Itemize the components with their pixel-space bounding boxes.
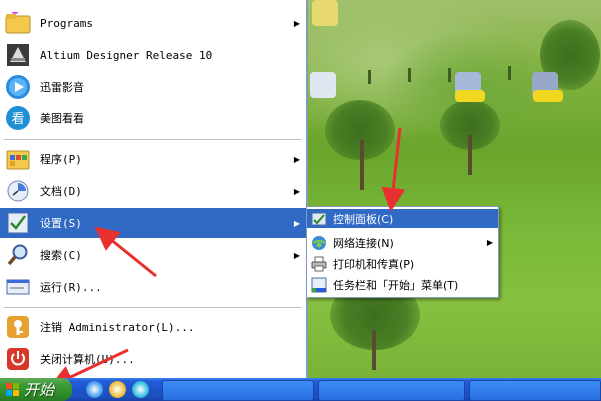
submenu-arrow-icon: ▶ [293, 154, 300, 164]
settings-icon [4, 209, 32, 237]
submenu-item-taskbar[interactable]: 任务栏和「开始」菜单(T) [307, 275, 498, 294]
start-menu: Programs ▶ Altium Designer Release 10 迅雷… [0, 0, 310, 378]
menu-item-documents[interactable]: 文档(D) ▶ [0, 176, 306, 206]
menu-item-label: 程序(P) [40, 153, 82, 166]
submenu-item-label: 网络连接(N) [333, 236, 394, 250]
quick-launch-ie-icon[interactable] [86, 381, 103, 398]
submenu-arrow-icon: ▶ [293, 186, 300, 196]
desktop-shortcut-icon[interactable] [310, 72, 336, 98]
menu-separator [4, 139, 302, 140]
start-button-label: 开始 [24, 381, 55, 399]
menu-item-label: 运行(R)... [40, 281, 102, 294]
control-panel-icon [311, 211, 327, 227]
menu-item-label: 注销 Administrator(L)... [40, 321, 195, 334]
menu-item-settings[interactable]: 设置(S) ▶ [0, 208, 306, 238]
menu-item-altium[interactable]: Altium Designer Release 10 [0, 40, 306, 70]
quick-launch-app-icon[interactable] [109, 381, 126, 398]
start-menu-panel: Programs ▶ Altium Designer Release 10 迅雷… [0, 0, 308, 378]
documents-icon [4, 177, 32, 205]
tree-trunk [372, 330, 376, 370]
submenu-arrow-icon: ▶ [293, 18, 300, 28]
tree-trunk [468, 135, 472, 175]
shutdown-icon [4, 345, 32, 373]
taskbar-icon [311, 277, 327, 293]
menu-item-logoff[interactable]: 注销 Administrator(L)... [0, 312, 306, 342]
menu-item-label: 设置(S) [40, 217, 82, 230]
desktop-label-blur [533, 90, 563, 102]
menu-item-xunlei[interactable]: 迅雷影音 [0, 72, 306, 102]
windows-flag-icon [6, 382, 19, 396]
start-button[interactable]: 开始 [0, 378, 72, 401]
taskbar-window-button[interactable] [469, 380, 601, 401]
xunlei-player-icon [4, 73, 32, 101]
menu-item-shutdown[interactable]: 关闭计算机(U)... [0, 344, 306, 374]
menu-item-label: 迅雷影音 [40, 81, 84, 94]
taskbar-window-button[interactable] [162, 380, 314, 401]
desktop-label-blur [455, 90, 485, 102]
menu-item-label: 关闭计算机(U)... [40, 353, 135, 366]
menu-item-programs-pinned[interactable]: Programs ▶ [0, 8, 306, 38]
programs-folder-icon [4, 9, 32, 37]
submenu-arrow-icon: ▶ [293, 250, 300, 260]
programs-icon [4, 145, 32, 173]
menu-item-run[interactable]: 运行(R)... [0, 272, 306, 302]
menu-item-meitu[interactable]: 看 美图看看 [0, 103, 306, 133]
submenu-item-label: 控制面板(C) [333, 212, 394, 226]
menu-item-label: 美图看看 [40, 112, 84, 125]
menu-separator [4, 307, 302, 308]
printer-icon [311, 256, 327, 272]
altium-icon [4, 41, 32, 69]
menu-item-label: Altium Designer Release 10 [40, 48, 213, 62]
fence-post [448, 68, 451, 82]
run-icon [4, 273, 32, 301]
fence-post [408, 68, 411, 82]
submenu-item-label: 任务栏和「开始」菜单(T) [333, 278, 459, 292]
menu-item-programs[interactable]: 程序(P) ▶ [0, 144, 306, 174]
menu-item-label: Programs [40, 16, 93, 30]
submenu-item-printers[interactable]: 打印机和传真(P) [307, 254, 498, 273]
submenu-arrow-icon: ▶ [486, 238, 493, 247]
logoff-icon [4, 313, 32, 341]
fence-post [508, 66, 511, 80]
submenu-item-network[interactable]: 网络连接(N) ▶ [307, 233, 498, 252]
fence-post [368, 70, 371, 84]
menu-item-search[interactable]: 搜索(C) ▶ [0, 240, 306, 270]
taskbar-window-button[interactable] [318, 380, 465, 401]
settings-submenu: 控制面板(C) 网络连接(N) ▶ 打印机和传真(P) 任务栏和「开始」菜单(T… [306, 206, 499, 298]
submenu-item-label: 打印机和传真(P) [333, 257, 415, 271]
meitu-viewer-icon: 看 [4, 104, 32, 132]
quick-launch-app-icon[interactable] [132, 381, 149, 398]
search-icon [4, 241, 32, 269]
taskbar: 开始 [0, 378, 601, 401]
menu-item-label: 文档(D) [40, 185, 82, 198]
desktop-folder-icon[interactable] [312, 0, 338, 26]
submenu-item-control-panel[interactable]: 控制面板(C) [307, 209, 498, 228]
tree-trunk [360, 140, 364, 190]
submenu-arrow-icon: ▶ [293, 218, 300, 228]
svg-text:看: 看 [11, 111, 24, 127]
menu-item-label: 搜索(C) [40, 249, 82, 262]
network-icon [311, 235, 327, 251]
